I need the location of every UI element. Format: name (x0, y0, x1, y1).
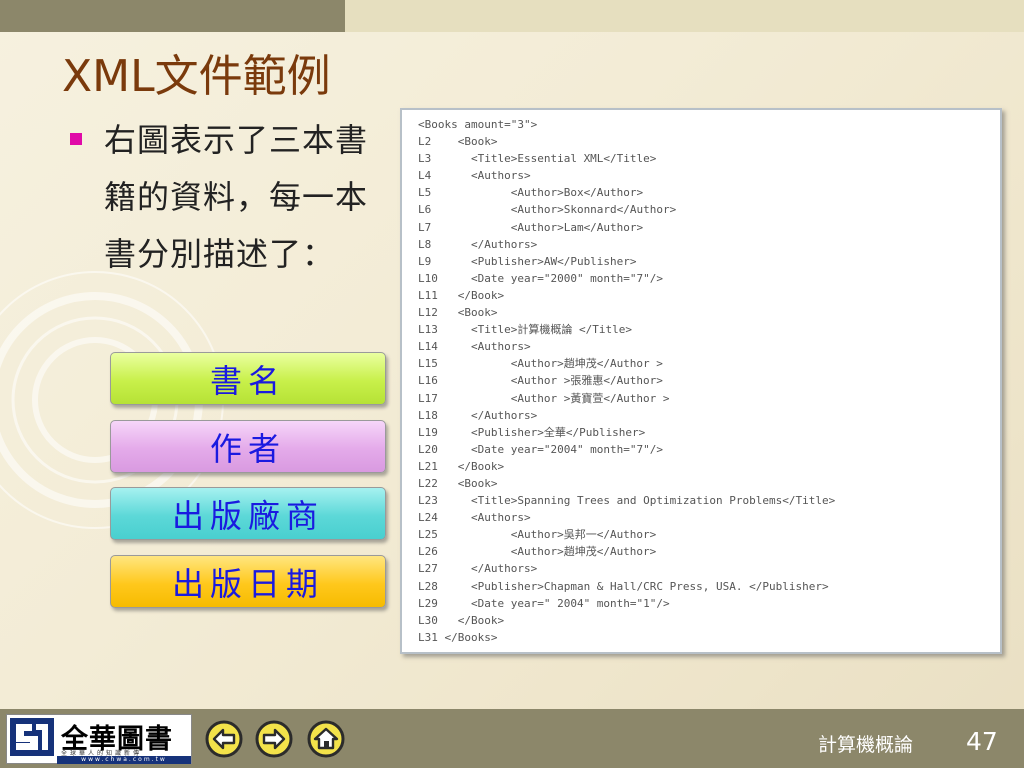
slide-title: XML文件範例 (62, 51, 331, 102)
code-line: L15 <Author>趙坤茂</Author > (418, 357, 663, 371)
logo-emblem-icon (10, 718, 54, 756)
code-line: L12 <Book> (418, 306, 498, 320)
arrow-left-circle-icon[interactable] (204, 719, 244, 759)
code-line: <Books amount="3"> (418, 118, 538, 131)
legend-title-button[interactable]: 書名 (110, 352, 386, 405)
code-line: L13 <Title>計算機概論 </Title> (418, 323, 632, 337)
code-line: L9 <Publisher>AW</Publisher> (418, 254, 637, 268)
code-line: L25 <Author>吳邦一</Author> (418, 528, 657, 542)
code-line: L7 <Author>Lam</Author> (418, 220, 644, 234)
code-line: L28 <Publisher>Chapman & Hall/CRC Press,… (418, 579, 829, 593)
code-line: L3 <Title>Essential XML</Title> (418, 152, 657, 166)
code-line: L18 </Authors> (418, 408, 538, 422)
code-line: L16 <Author >張雅惠</Author> (418, 374, 663, 388)
code-line: L21 </Book> (418, 459, 505, 473)
code-line: L24 <Authors> (418, 511, 531, 525)
code-line: L29 <Date year=" 2004" month="1"/> (418, 596, 670, 610)
code-line: L8 </Authors> (418, 237, 538, 251)
legend-date-button[interactable]: 出版日期 (110, 555, 386, 608)
code-line: L19 <Publisher>全華</Publisher> (418, 425, 646, 439)
logo-url: www.chwa.com.tw (57, 756, 191, 764)
code-line: L17 <Author >黃寶萱</Author > (418, 391, 670, 405)
code-line: L20 <Date year="2004" month="7"/> (418, 442, 664, 456)
code-line: L27 </Authors> (418, 562, 538, 576)
bullet-marker (70, 133, 82, 145)
code-line: L14 <Authors> (418, 340, 531, 354)
code-line: L5 <Author>Box</Author> (418, 186, 644, 200)
code-line: L2 <Book> (418, 135, 498, 149)
bullet-text: 右圖表示了三本書籍的資料，每一本書分別描述了： (104, 121, 369, 273)
code-line: L11 </Book> (418, 288, 505, 302)
code-line: L10 <Date year="2000" month="7"/> (418, 271, 664, 285)
course-name: 計算機概論 (818, 734, 914, 756)
code-line: L26 <Author>趙坤茂</Author> (418, 545, 657, 559)
publisher-logo[interactable]: 全華圖書 全球華人的知識新傳 www.chwa.com.tw (6, 714, 192, 764)
code-line: L6 <Author>Skonnard</Author> (418, 203, 677, 217)
code-line: L22 <Book> (418, 476, 498, 490)
arrow-right-circle-icon[interactable] (254, 719, 294, 759)
top-bar-light (345, 0, 1024, 32)
xml-code-lines: <Books amount="3"> L2 <Book> L3 <Title>E… (418, 116, 835, 646)
page-number: 47 (966, 727, 998, 756)
legend-publisher-button[interactable]: 出版廠商 (110, 487, 386, 540)
legend-author-button[interactable]: 作者 (110, 420, 386, 473)
code-line: L30 </Book> (418, 613, 505, 627)
home-circle-icon[interactable] (306, 719, 346, 759)
code-line: L31 </Books> (418, 630, 498, 644)
top-bar-dark (0, 0, 345, 32)
code-line: L4 <Authors> (418, 169, 531, 183)
code-line: L23 <Title>Spanning Trees and Optimizati… (418, 494, 836, 508)
xml-code-panel: <Books amount="3"> L2 <Book> L3 <Title>E… (400, 108, 1002, 654)
